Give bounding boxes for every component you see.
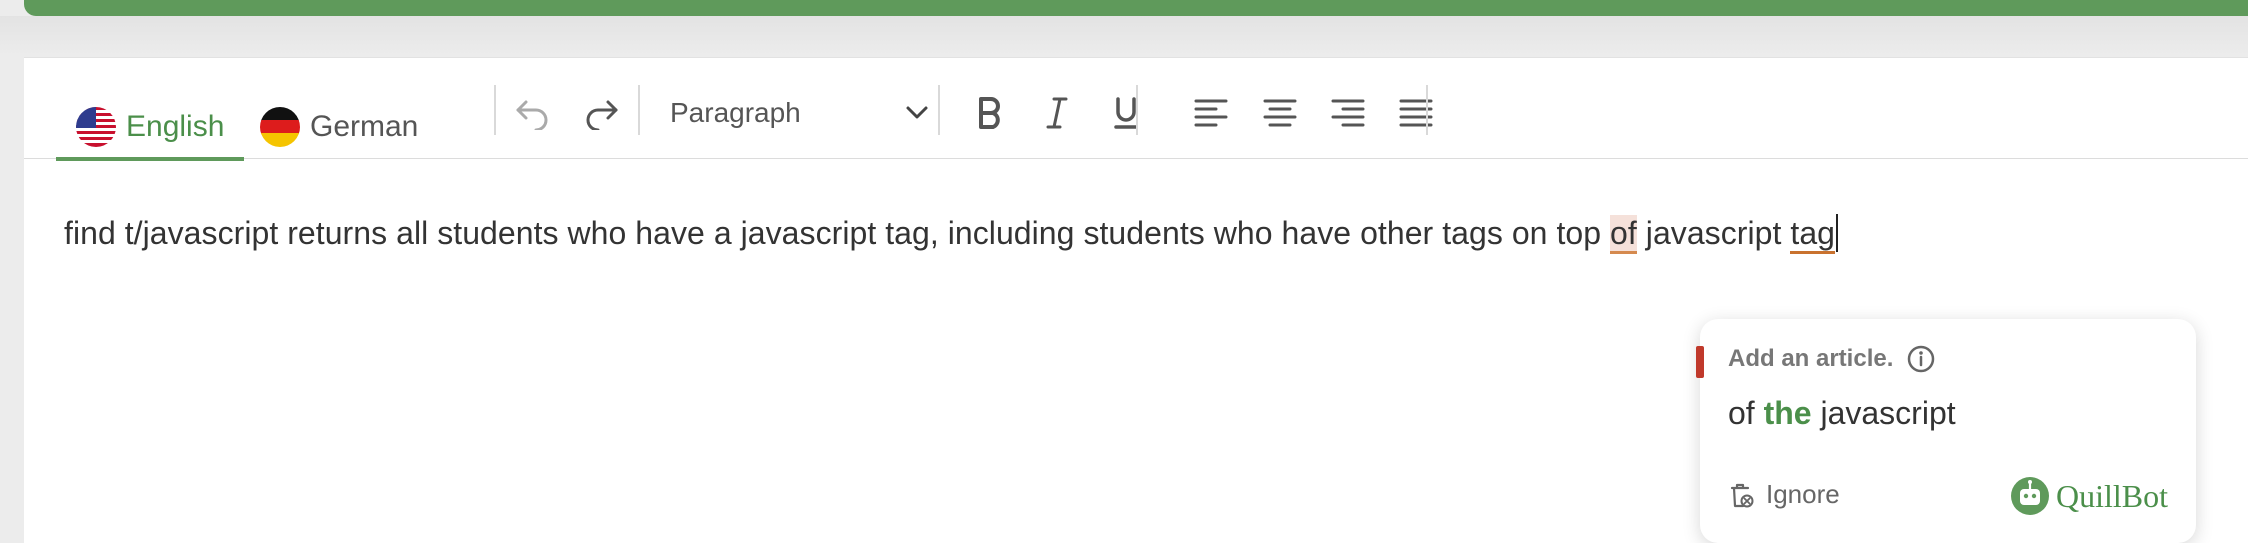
error-marker xyxy=(1696,346,1704,378)
suggestion-after: javascript xyxy=(1811,395,1956,431)
flagged-word[interactable]: of xyxy=(1610,215,1637,254)
toolbar-divider xyxy=(1136,85,1138,135)
info-icon[interactable] xyxy=(1906,344,1936,374)
undo-button[interactable] xyxy=(507,90,557,136)
quillbot-logo: QuillBot xyxy=(2010,476,2168,516)
de-flag-icon xyxy=(260,107,300,147)
flagged-word[interactable]: tag xyxy=(1790,215,1836,254)
align-left-icon xyxy=(1194,99,1228,127)
suggestion-title: Add an article. xyxy=(1728,345,1894,372)
suggestion-popup: Add an article. of the javascript Ignore xyxy=(1696,319,2196,543)
suggestion-option[interactable]: of the javascript xyxy=(1728,395,1956,432)
undo-icon xyxy=(516,100,548,130)
italic-icon xyxy=(1046,97,1068,129)
top-shadow xyxy=(0,16,2248,56)
redo-icon xyxy=(586,100,618,130)
block-format-value: Paragraph xyxy=(670,97,801,128)
text-caret xyxy=(1836,214,1839,252)
suggestion-before: of xyxy=(1728,395,1764,431)
text-editor: English German Paragraph find t/javascri… xyxy=(24,57,2248,543)
us-flag-icon xyxy=(76,107,116,147)
tab-german-label: German xyxy=(310,110,419,143)
toolbar-divider xyxy=(1426,85,1428,135)
chevron-down-icon xyxy=(906,106,928,119)
quillbot-bot-icon xyxy=(2010,477,2049,515)
editor-text: javascript xyxy=(1636,215,1791,251)
trash-ignore-icon xyxy=(1730,483,1754,507)
block-format-select[interactable]: Paragraph xyxy=(670,90,930,136)
toolbar-divider xyxy=(494,85,496,135)
editor-text: find t/javascript returns all students w… xyxy=(64,215,1611,251)
align-left-button[interactable] xyxy=(1186,90,1236,136)
align-center-button[interactable] xyxy=(1255,90,1305,136)
editor-toolbar: English German Paragraph xyxy=(24,58,2248,161)
ignore-button[interactable]: Ignore xyxy=(1728,479,1840,510)
app-top-bar xyxy=(24,0,2248,16)
align-right-button[interactable] xyxy=(1323,90,1373,136)
ignore-label: Ignore xyxy=(1766,479,1840,509)
toolbar-divider xyxy=(938,85,940,135)
toolbar-divider xyxy=(638,85,640,135)
bold-icon xyxy=(979,97,1000,129)
redo-button[interactable] xyxy=(577,90,627,136)
justify-button[interactable] xyxy=(1391,90,1441,136)
align-center-icon xyxy=(1263,99,1297,127)
italic-button[interactable] xyxy=(1032,90,1082,136)
bold-button[interactable] xyxy=(965,90,1015,136)
brand-name: QuillBot xyxy=(2055,477,2168,514)
tab-german[interactable]: German xyxy=(260,96,418,158)
tab-english[interactable]: English xyxy=(55,96,245,161)
align-right-icon xyxy=(1331,99,1365,127)
editor-content[interactable]: find t/javascript returns all students w… xyxy=(64,214,1839,254)
tab-english-label: English xyxy=(126,110,225,143)
underline-button[interactable] xyxy=(1101,90,1151,136)
suggestion-inserted: the xyxy=(1763,395,1812,431)
